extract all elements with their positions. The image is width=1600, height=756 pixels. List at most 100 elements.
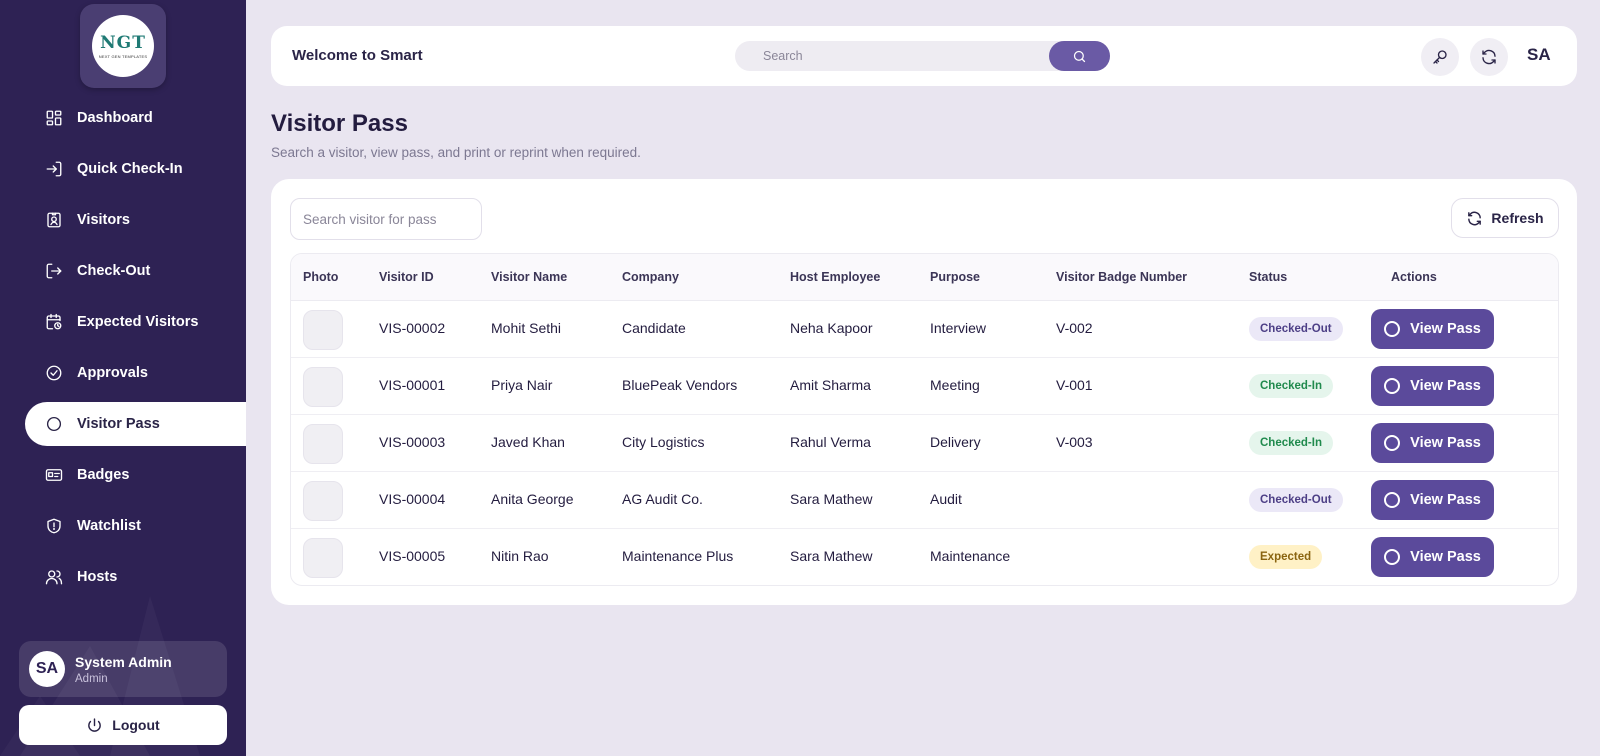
view-pass-button[interactable]: View Pass xyxy=(1371,537,1494,577)
visitor-pass-card: Refresh Photo Visitor ID Visitor Name Co… xyxy=(271,179,1577,605)
view-pass-label: View Pass xyxy=(1410,435,1481,451)
table-row[interactable]: VIS-00001 Priya Nair BluePeak Vendors Am… xyxy=(291,358,1558,415)
sidebar-item-approvals[interactable]: Approvals xyxy=(25,351,246,395)
sidebar-item-label: Watchlist xyxy=(77,518,141,534)
sidebar-item-label: Approvals xyxy=(77,365,148,381)
sidebar-item-label: Quick Check-In xyxy=(77,161,183,177)
sidebar-item-quick-check-in[interactable]: Quick Check-In xyxy=(25,147,246,191)
key-button[interactable] xyxy=(1421,38,1459,76)
company: City Logistics xyxy=(622,434,705,450)
table-row[interactable]: VIS-00002 Mohit Sethi Candidate Neha Kap… xyxy=(291,301,1558,358)
sidebar-item-expected-visitors[interactable]: Expected Visitors xyxy=(25,300,246,344)
view-pass-button[interactable]: View Pass xyxy=(1371,309,1494,349)
visitor-id: VIS-00003 xyxy=(379,434,446,450)
refresh-button[interactable]: Refresh xyxy=(1451,198,1559,238)
power-icon xyxy=(88,717,102,732)
visitor-search-input[interactable] xyxy=(290,198,482,240)
sidebar-item-visitor-pass[interactable]: Visitor Pass xyxy=(25,402,246,446)
id-card-icon xyxy=(45,466,63,484)
top-bar: Welcome to Smart SA xyxy=(271,26,1577,86)
calendar-clock-icon xyxy=(45,313,63,331)
host-employee: Sara Mathew xyxy=(790,548,873,564)
logout-button[interactable]: Logout xyxy=(19,705,227,745)
visitor-photo xyxy=(303,538,343,578)
visitor-id: VIS-00001 xyxy=(379,377,446,393)
purpose: Delivery xyxy=(930,434,981,450)
sidebar-item-label: Visitor Pass xyxy=(77,416,160,432)
app-logo[interactable]: NGT NEXT GEN TEMPLATES xyxy=(80,4,166,88)
circle-icon xyxy=(45,415,63,433)
sidebar-item-visitors[interactable]: Visitors xyxy=(25,198,246,242)
visitor-name: Javed Khan xyxy=(491,434,565,450)
company: AG Audit Co. xyxy=(622,491,703,507)
visitor-name: Nitin Rao xyxy=(491,548,549,564)
host-employee: Amit Sharma xyxy=(790,377,871,393)
table-row[interactable]: VIS-00003 Javed Khan City Logistics Rahu… xyxy=(291,415,1558,472)
circle-icon xyxy=(1384,435,1401,451)
view-pass-button[interactable]: View Pass xyxy=(1371,423,1494,463)
badge-number: V-002 xyxy=(1056,320,1093,336)
refresh-label: Refresh xyxy=(1491,210,1544,226)
column-header: Visitor Badge Number xyxy=(1056,270,1188,284)
page-subtitle: Search a visitor, view pass, and print o… xyxy=(271,145,641,160)
purpose: Audit xyxy=(930,491,962,507)
host-employee: Rahul Verma xyxy=(790,434,871,450)
company: Candidate xyxy=(622,320,686,336)
sidebar-item-label: Dashboard xyxy=(77,110,153,126)
table-row[interactable]: VIS-00005 Nitin Rao Maintenance Plus Sar… xyxy=(291,529,1558,585)
visitor-name: Mohit Sethi xyxy=(491,320,562,336)
table-header: Photo Visitor ID Visitor Name Company Ho… xyxy=(291,254,1558,301)
column-header: Purpose xyxy=(930,270,981,284)
view-pass-label: View Pass xyxy=(1410,321,1481,337)
logo-subtext: NEXT GEN TEMPLATES xyxy=(98,53,148,59)
sidebar-item-label: Expected Visitors xyxy=(77,314,199,330)
sidebar-item-check-out[interactable]: Check-Out xyxy=(25,249,246,293)
visitor-table: Photo Visitor ID Visitor Name Company Ho… xyxy=(290,253,1559,586)
sync-button[interactable] xyxy=(1470,38,1508,76)
sidebar-item-watchlist[interactable]: Watchlist xyxy=(25,504,246,548)
refresh-icon xyxy=(1468,211,1482,225)
table-row[interactable]: VIS-00004 Anita George AG Audit Co. Sara… xyxy=(291,472,1558,529)
status-badge: Checked-Out xyxy=(1249,317,1343,341)
sidebar-item-label: Check-Out xyxy=(77,263,151,279)
company: BluePeak Vendors xyxy=(622,377,738,393)
visitor-id: VIS-00004 xyxy=(379,491,446,507)
logout-arrow-icon xyxy=(45,262,63,280)
dashboard-icon xyxy=(45,109,63,127)
sidebar-item-dashboard[interactable]: Dashboard xyxy=(25,96,246,140)
id-badge-icon xyxy=(45,211,63,229)
sidebar-item-label: Badges xyxy=(77,467,130,483)
sidebar-item-hosts[interactable]: Hosts xyxy=(25,555,246,599)
company: Maintenance Plus xyxy=(622,548,734,564)
logout-label: Logout xyxy=(112,717,160,733)
column-header: Status xyxy=(1249,270,1288,284)
column-header: Host Employee xyxy=(790,270,881,284)
check-circle-icon xyxy=(45,364,63,382)
visitor-id: VIS-00002 xyxy=(379,320,446,336)
visitor-id: VIS-00005 xyxy=(379,548,446,564)
user-card[interactable]: SA System Admin Admin xyxy=(19,641,227,697)
logo-text: NGT xyxy=(100,32,146,53)
view-pass-label: View Pass xyxy=(1410,549,1481,565)
sidebar-item-badges[interactable]: Badges xyxy=(25,453,246,497)
user-role: Admin xyxy=(75,672,108,685)
status-badge: Checked-In xyxy=(1249,374,1333,398)
global-search xyxy=(735,41,1110,71)
sync-icon xyxy=(1482,49,1496,65)
user-initials[interactable]: SA xyxy=(1527,45,1551,65)
circle-icon xyxy=(1384,549,1401,565)
view-pass-button[interactable]: View Pass xyxy=(1371,366,1494,406)
sidebar: NGT NEXT GEN TEMPLATES Dashboard Quick C… xyxy=(0,0,246,756)
search-input[interactable] xyxy=(735,41,1045,71)
view-pass-button[interactable]: View Pass xyxy=(1371,480,1494,520)
column-header: Company xyxy=(622,270,679,284)
host-employee: Neha Kapoor xyxy=(790,320,873,336)
visitor-photo xyxy=(303,481,343,521)
sidebar-item-label: Hosts xyxy=(77,569,118,585)
view-pass-label: View Pass xyxy=(1410,378,1481,394)
search-button[interactable] xyxy=(1049,41,1110,71)
badge-number: V-003 xyxy=(1056,434,1093,450)
purpose: Meeting xyxy=(930,377,980,393)
status-badge: Checked-Out xyxy=(1249,488,1343,512)
circle-icon xyxy=(1384,321,1401,337)
